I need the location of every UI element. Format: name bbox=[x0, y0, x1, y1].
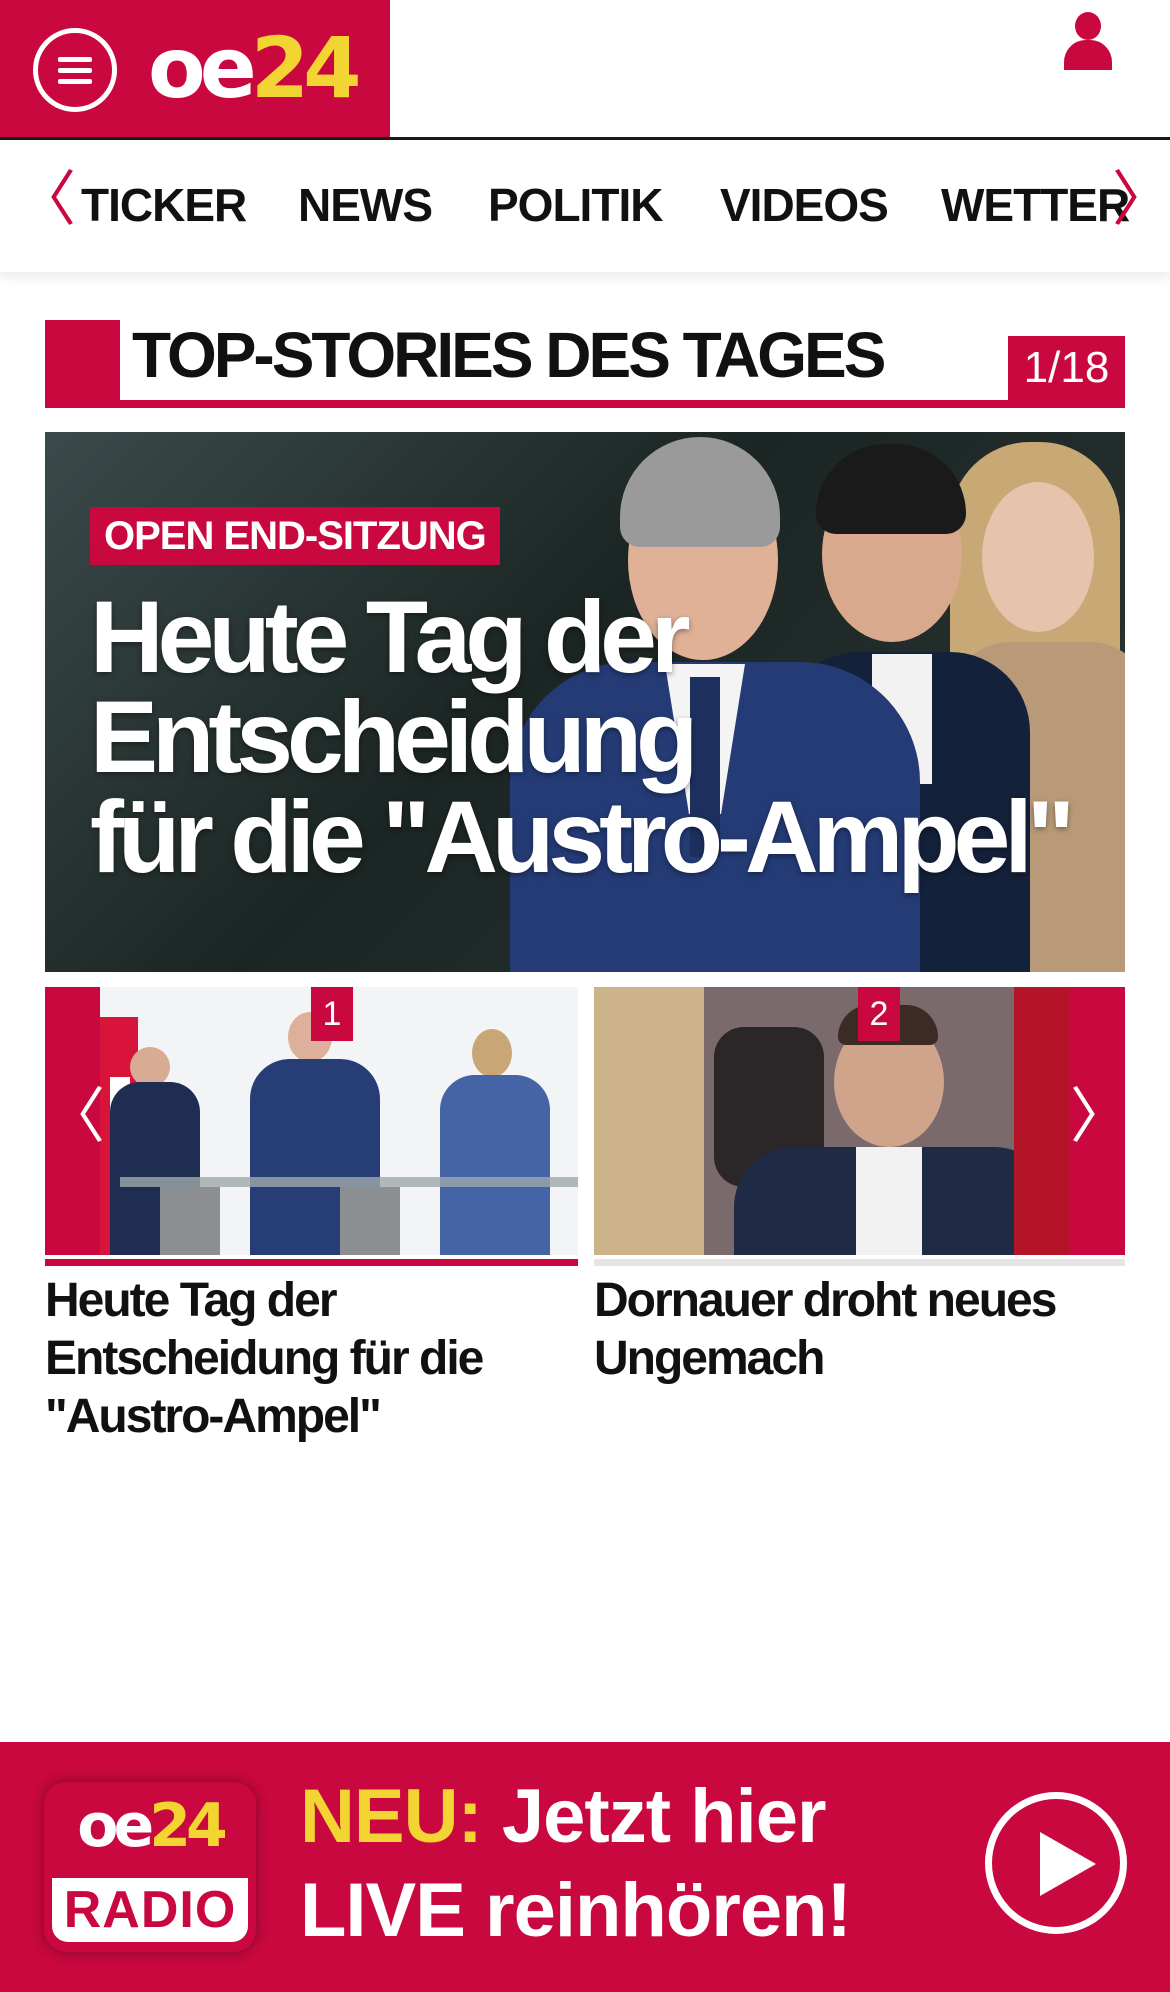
nav-next-arrow-icon[interactable]: 〉 bbox=[1112, 170, 1170, 230]
section-accent-block bbox=[45, 320, 120, 408]
nav-item-politik[interactable]: POLITIK bbox=[488, 180, 663, 230]
chevron-right-icon: 〉 bbox=[1070, 1082, 1130, 1152]
oe24-logo[interactable]: oe24 bbox=[148, 18, 362, 118]
carousel-prev-button[interactable]: 〈 bbox=[45, 987, 105, 1255]
story-number-badge-2: 2 bbox=[858, 987, 900, 1041]
radio-promo-line-1: NEU: Jetzt hier bbox=[300, 1774, 827, 1859]
site-header: oe24 bbox=[0, 0, 1170, 140]
hamburger-menu-icon[interactable] bbox=[33, 28, 117, 112]
brand-box: oe24 bbox=[0, 0, 390, 137]
story-counter: 1/18 bbox=[1008, 336, 1125, 400]
nav-item-ticker[interactable]: TICKER bbox=[81, 180, 247, 230]
story-card-title-1[interactable]: Heute Tag der Entscheidung für die "Aust… bbox=[45, 1272, 585, 1446]
hero-headline-line-3: für die "Austro-Ampel" bbox=[90, 780, 1075, 894]
hero-headline-line-2: Entscheidung bbox=[90, 680, 698, 794]
radio-banner[interactable]: oe24 RADIO NEU: Jetzt hier LIVE reinhöre… bbox=[0, 1742, 1170, 1992]
section-underline bbox=[45, 400, 1125, 408]
oe24-radio-logo: oe24 RADIO bbox=[44, 1782, 256, 1952]
story-number-badge-1: 1 bbox=[311, 987, 353, 1041]
section-title: TOP-STORIES DES TAGES bbox=[132, 319, 886, 391]
category-nav: 〈 TICKER NEWS POLITIK VIDEOS WETTER 〉 bbox=[0, 140, 1170, 272]
hero-story[interactable]: OPEN END-SITZUNG Heute Tag der Entscheid… bbox=[45, 432, 1125, 972]
nav-item-videos[interactable]: VIDEOS bbox=[720, 180, 889, 230]
radio-promo-line-2: LIVE reinhören! bbox=[300, 1868, 852, 1953]
chevron-left-icon: 〈 bbox=[45, 1082, 105, 1152]
play-icon[interactable] bbox=[985, 1792, 1127, 1934]
nav-item-wetter[interactable]: WETTER bbox=[941, 180, 1130, 230]
card-indicator bbox=[594, 1259, 1125, 1266]
user-account-icon[interactable] bbox=[1062, 12, 1114, 70]
hero-headline-line-1: Heute Tag der bbox=[90, 580, 691, 694]
story-card-title-2[interactable]: Dornauer droht neues Ungemach bbox=[594, 1272, 1134, 1388]
carousel-next-button[interactable]: 〉 bbox=[1070, 987, 1130, 1255]
nav-prev-arrow-icon[interactable]: 〈 bbox=[16, 170, 76, 230]
active-card-indicator bbox=[45, 1259, 578, 1266]
story-thumbnail-2[interactable] bbox=[594, 987, 1072, 1255]
hero-kicker: OPEN END-SITZUNG bbox=[90, 507, 500, 565]
nav-item-news[interactable]: NEWS bbox=[298, 180, 433, 230]
